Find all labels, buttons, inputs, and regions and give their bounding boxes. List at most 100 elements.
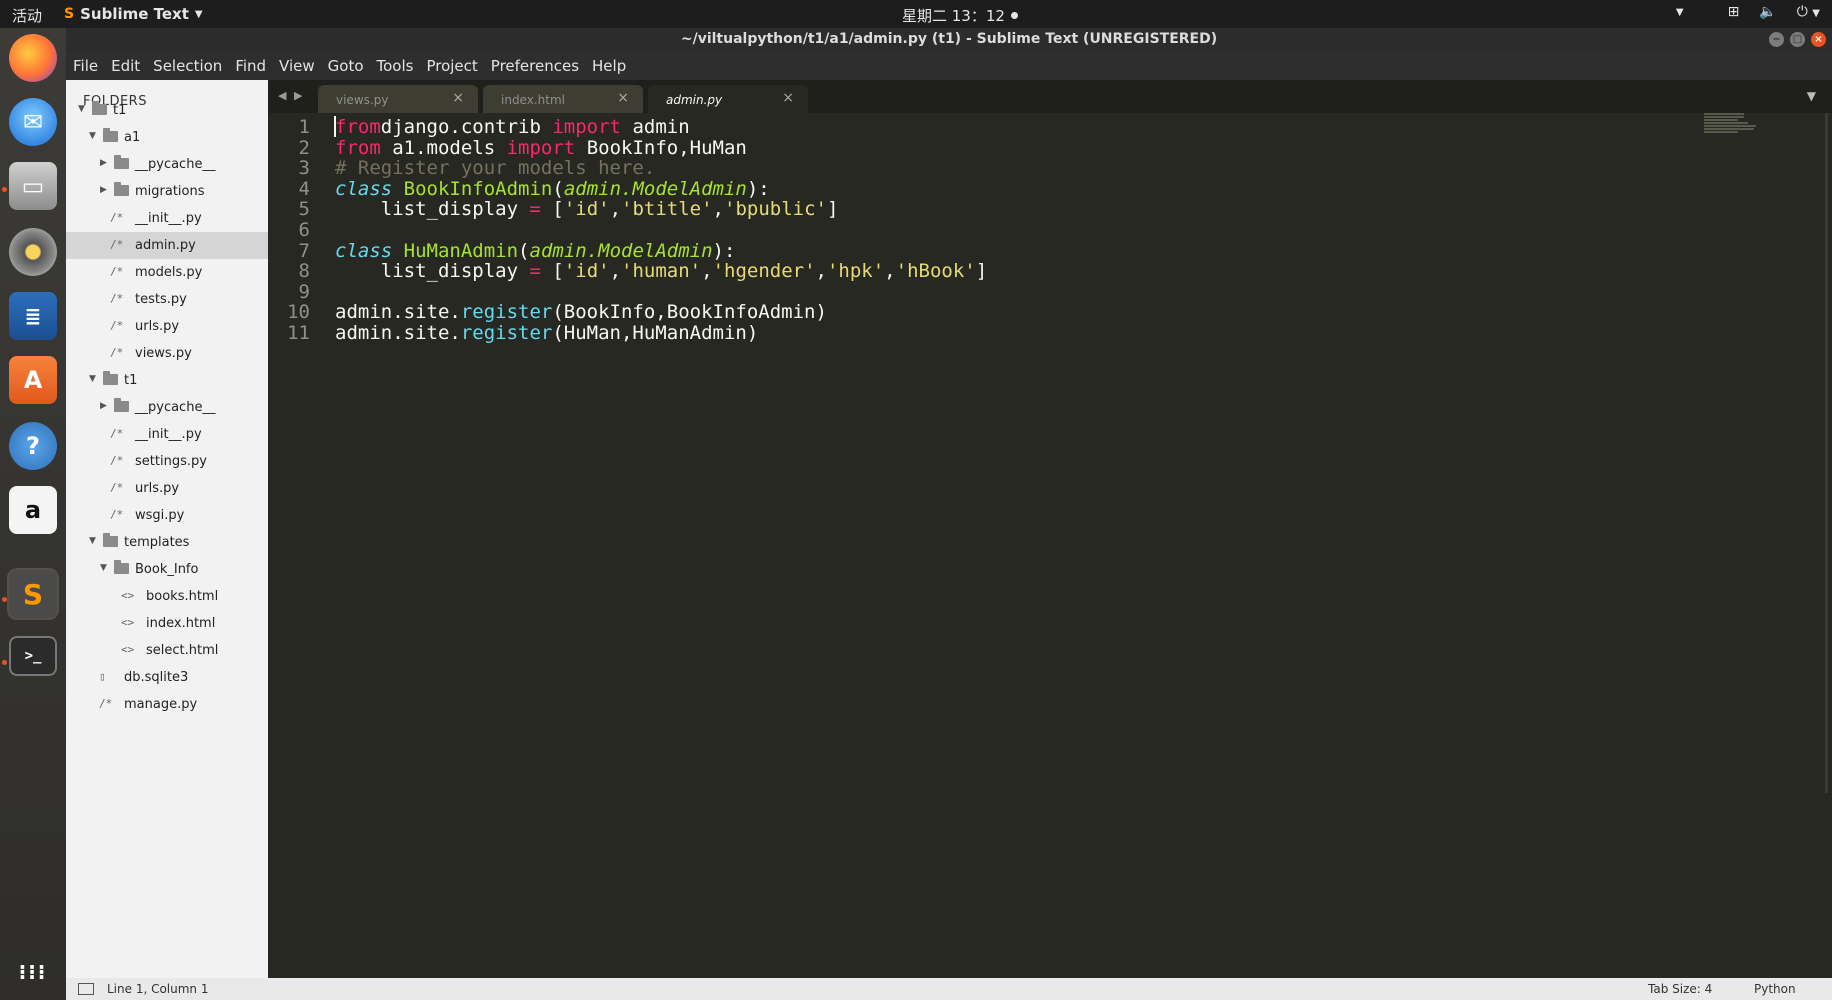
tab-index-html[interactable]: index.html × (483, 85, 643, 113)
code-editor[interactable]: 1 fromdjango.contrib import admin 2 from a1… (268, 113, 1832, 978)
network-icon[interactable]: ⊞ (1728, 4, 1740, 20)
expand-arrow-right-icon[interactable]: ▶ (100, 158, 110, 168)
tree-item-label: books.html (146, 589, 219, 604)
window-titlebar[interactable]: ~/viltualpython/t1/a1/admin.py (t1) - Su… (66, 28, 1832, 52)
tab-close-icon[interactable]: × (782, 90, 794, 106)
expand-arrow-right-icon[interactable]: ▶ (100, 185, 110, 195)
html-file-icon: <> (121, 589, 135, 602)
files-icon[interactable]: ▭ (9, 162, 57, 210)
tree-item-select-html[interactable]: <> select.html (66, 637, 268, 664)
expand-arrow-down-icon[interactable]: ▼ (89, 374, 99, 384)
menu-view[interactable]: View (272, 52, 321, 80)
tree-item-label: models.py (135, 265, 203, 280)
tree-item-label: admin.py (135, 238, 196, 253)
tree-item-views-py[interactable]: /* views.py (66, 340, 268, 367)
volume-icon[interactable]: 🔈 (1759, 4, 1776, 20)
software-icon[interactable]: A (9, 356, 57, 404)
app-grid-icon[interactable]: ⁝⁝⁝ (9, 948, 57, 996)
menu-find[interactable]: Find (228, 52, 272, 80)
close-button[interactable]: × (1811, 32, 1826, 47)
tree-item-pycache[interactable]: ▶ __pycache__ (66, 151, 268, 178)
tree-item-admin-py[interactable]: /* admin.py (66, 232, 268, 259)
python-file-icon: /* (110, 508, 124, 521)
tree-item-label: __pycache__ (135, 157, 216, 172)
tree-item-settings-py[interactable]: /* settings.py (66, 448, 268, 475)
tree-item-t1[interactable]: ▼ t1 (66, 97, 268, 124)
line-number: 1 (298, 116, 310, 138)
tree-item-db-sqlite3[interactable]: ▯ db.sqlite3 (66, 664, 268, 691)
python-file-icon: /* (110, 238, 124, 251)
expand-arrow-down-icon[interactable]: ▼ (78, 104, 88, 114)
help-icon[interactable]: ? (9, 422, 57, 470)
tab-nav-arrows-icon[interactable]: ◀ ▶ (278, 89, 304, 102)
thunderbird-icon[interactable]: ✉ (9, 98, 57, 146)
tree-item-label: Book_Info (135, 562, 199, 577)
tree-item-init-py[interactable]: /* __init__.py (66, 421, 268, 448)
tree-item-urls-py[interactable]: /* urls.py (66, 313, 268, 340)
tree-item-a1[interactable]: ▼ a1 (66, 124, 268, 151)
rhythmbox-icon[interactable] (9, 228, 57, 276)
tree-item-wsgi-py[interactable]: /* wsgi.py (66, 502, 268, 529)
menu-project[interactable]: Project (419, 52, 483, 80)
html-file-icon: <> (121, 643, 135, 656)
maximize-button[interactable]: □ (1790, 32, 1805, 47)
sublime-small-icon: S (64, 6, 75, 22)
menu-help[interactable]: Help (585, 52, 632, 80)
tab-views-py[interactable]: views.py × (318, 85, 478, 113)
writer-icon[interactable]: ≣ (9, 292, 57, 340)
tree-item-book-info[interactable]: ▼ Book_Info (66, 556, 268, 583)
menu-preferences[interactable]: Preferences (484, 52, 585, 80)
tree-item-urls-py[interactable]: /* urls.py (66, 475, 268, 502)
tree-item-tests-py[interactable]: /* tests.py (66, 286, 268, 313)
tab-size-selector[interactable]: Tab Size: 4 (1648, 982, 1712, 996)
activities-button[interactable]: 活动 (12, 5, 42, 26)
expand-arrow-down-icon[interactable]: ▼ (89, 131, 99, 141)
terminal-icon[interactable]: >_ (9, 636, 57, 676)
panel-toggle-icon[interactable] (78, 983, 94, 995)
amazon-icon[interactable]: a (9, 486, 57, 534)
firefox-icon[interactable] (9, 34, 57, 82)
tree-item-templates[interactable]: ▼ templates (66, 529, 268, 556)
tree-item-index-html[interactable]: <> index.html (66, 610, 268, 637)
code-text: class HuManAdmin(admin.ModelAdmin): (335, 239, 736, 262)
top-bar: 活动 S Sublime Text ▼ 星期二 13：12 ▼ ⊞ 🔈 ⏻ ▼ (0, 0, 1832, 28)
expand-arrow-down-icon[interactable]: ▼ (89, 536, 99, 546)
tab-label: views.py (336, 93, 389, 107)
code-line[interactable]: 11 admin.site.register(HuMan,HuManAdmin) (268, 322, 1768, 346)
tree-item-manage-py[interactable]: /* manage.py (66, 691, 268, 718)
menu-file[interactable]: File (66, 52, 104, 80)
tab-close-icon[interactable]: × (617, 90, 629, 106)
tree-item-init-py[interactable]: /* __init__.py (66, 205, 268, 232)
expand-arrow-right-icon[interactable]: ▶ (100, 401, 110, 411)
minimize-button[interactable]: − (1769, 32, 1784, 47)
sublime-icon[interactable]: S (9, 570, 57, 618)
code-text: list_display = ['id','btitle','bpublic'] (335, 198, 839, 221)
tab-close-icon[interactable]: × (452, 90, 464, 106)
tree-item-pycache[interactable]: ▶ __pycache__ (66, 394, 268, 421)
menu-goto[interactable]: Goto (321, 52, 370, 80)
menu-edit[interactable]: Edit (104, 52, 146, 80)
menu-tools[interactable]: Tools (370, 52, 420, 80)
tab-list-dropdown-icon[interactable]: ▼ (1807, 89, 1816, 103)
folder-icon (114, 398, 129, 412)
power-icon[interactable]: ⏻ ▼ (1797, 4, 1820, 20)
menu-selection[interactable]: Selection (146, 52, 228, 80)
tree-item-migrations[interactable]: ▶ migrations (66, 178, 268, 205)
tree-item-label: tests.py (135, 292, 187, 307)
line-number: 5 (298, 198, 310, 221)
syntax-selector[interactable]: Python (1754, 982, 1796, 996)
clock[interactable]: 星期二 13：12 (902, 5, 1018, 26)
expand-arrow-down-icon[interactable]: ▼ (100, 563, 110, 573)
tree-item-label: settings.py (135, 454, 207, 469)
input-dropdown-icon[interactable]: ▼ (1676, 7, 1684, 18)
menu-bar: File Edit Selection Find View Goto Tools… (66, 52, 1832, 80)
status-bar: Line 1, Column 1 Tab Size: 4 Python (66, 978, 1832, 1000)
tree-item-models-py[interactable]: /* models.py (66, 259, 268, 286)
minimap[interactable] (1704, 113, 1766, 143)
app-menu[interactable]: S Sublime Text ▼ (64, 5, 203, 23)
vertical-scrollbar[interactable] (1825, 113, 1828, 793)
tree-item-books-html[interactable]: <> books.html (66, 583, 268, 610)
tab-admin-py[interactable]: admin.py × (648, 85, 808, 113)
tree-item-t1[interactable]: ▼ t1 (66, 367, 268, 394)
python-file-icon: /* (110, 454, 124, 467)
